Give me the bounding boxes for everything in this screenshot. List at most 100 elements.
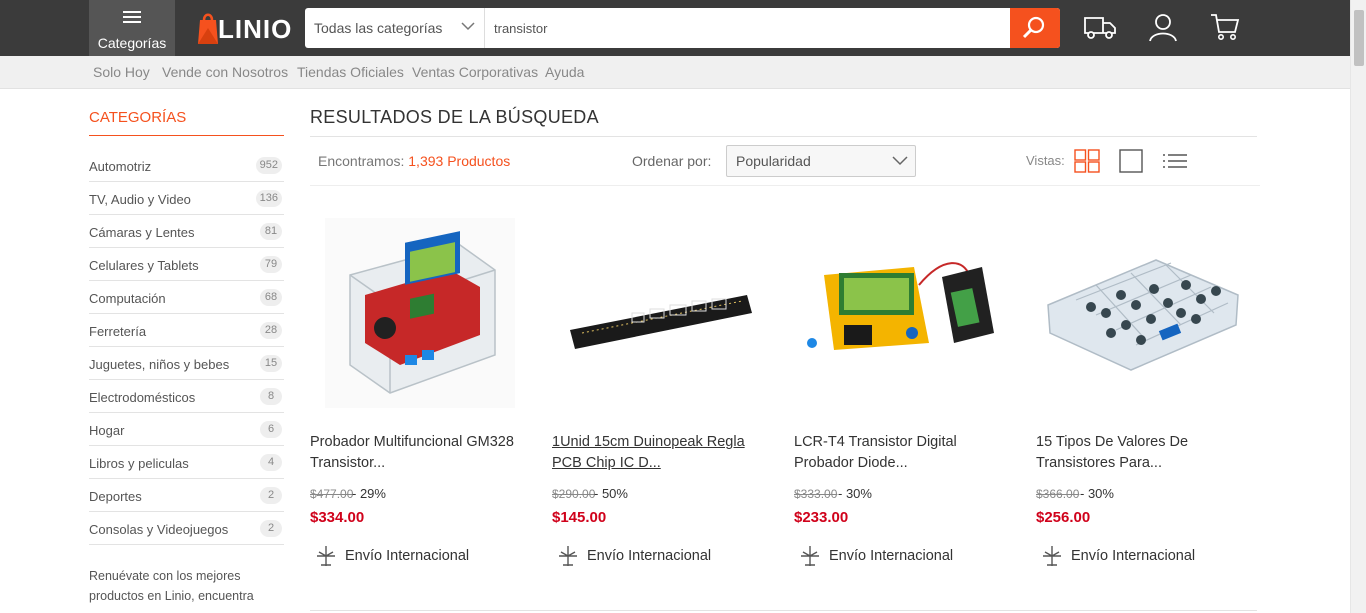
category-count-badge: 2 bbox=[260, 487, 282, 504]
product-old-price: $366.00 bbox=[1036, 487, 1080, 501]
chevron-down-icon bbox=[892, 156, 908, 166]
product-price: $145.00 bbox=[552, 509, 607, 526]
categories-menu-button[interactable]: Categorías bbox=[89, 0, 175, 56]
product-discount: - 30% bbox=[1080, 486, 1114, 501]
results-count: Encontramos: 1,393 Productos bbox=[318, 153, 510, 169]
category-item[interactable]: TV, Audio y Video 136 bbox=[89, 182, 284, 215]
shipping-label: Envío Internacional bbox=[587, 548, 712, 564]
category-count-badge: 4 bbox=[260, 454, 282, 471]
category-item[interactable]: Ferretería 28 bbox=[89, 314, 284, 347]
category-count-badge: 28 bbox=[260, 322, 282, 339]
category-list: Automotriz 952 TV, Audio y Video 136 Cámar… bbox=[89, 149, 284, 545]
category-count-badge: 15 bbox=[260, 355, 282, 372]
product-title[interactable]: 15 Tipos De Valores De Transistores Para… bbox=[1036, 432, 1258, 474]
category-label: Consolas y Videojuegos bbox=[89, 522, 229, 537]
category-item[interactable]: Automotriz 952 bbox=[89, 149, 284, 182]
shipping-label: Envío Internacional bbox=[345, 548, 470, 564]
category-item[interactable]: Deportes 2 bbox=[89, 479, 284, 512]
category-item[interactable]: Celulares y Tablets 79 bbox=[89, 248, 284, 281]
user-icon[interactable] bbox=[1148, 12, 1182, 44]
category-label: Cámaras y Lentes bbox=[89, 225, 195, 240]
results-toolbar: Encontramos: 1,393 Productos Ordenar por… bbox=[310, 137, 1260, 186]
nav-link-solo-hoy[interactable]: Solo Hoy bbox=[93, 64, 150, 80]
logo-text: LINIO bbox=[218, 14, 293, 44]
airplane-icon bbox=[801, 546, 819, 566]
category-label: Libros y peliculas bbox=[89, 456, 189, 471]
categories-menu-label: Categorías bbox=[97, 35, 167, 51]
category-count-badge: 952 bbox=[255, 157, 282, 174]
category-item[interactable]: Libros y peliculas 4 bbox=[89, 446, 284, 479]
category-count-badge: 68 bbox=[260, 289, 282, 306]
search-input[interactable] bbox=[486, 8, 1009, 48]
category-count-badge: 136 bbox=[255, 190, 282, 207]
linio-logo[interactable]: LINIO bbox=[196, 10, 293, 46]
category-label: Deportes bbox=[89, 489, 142, 504]
list-view-icon[interactable] bbox=[1162, 149, 1188, 173]
product-title[interactable]: LCR-T4 Transistor Digital Probador Diode… bbox=[794, 432, 1016, 474]
search-category-select[interactable]: Todas las categorías bbox=[305, 8, 485, 48]
category-item[interactable]: Computación 68 bbox=[89, 281, 284, 314]
nav-link-ventas[interactable]: Ventas Corporativas bbox=[412, 64, 538, 80]
product-image[interactable] bbox=[552, 215, 774, 411]
product-old-price: $290.00 bbox=[552, 487, 596, 501]
scrollbar-thumb[interactable] bbox=[1354, 10, 1364, 66]
product-old-price: $333.00 bbox=[794, 487, 838, 501]
product-image[interactable] bbox=[1036, 215, 1258, 411]
product-price: $233.00 bbox=[794, 509, 849, 526]
product-discount: - 30% bbox=[838, 486, 872, 501]
secondary-nav: Solo Hoy Vende con Nosotros Tiendas Ofic… bbox=[0, 56, 1350, 89]
category-item[interactable]: Hogar 6 bbox=[89, 413, 284, 446]
category-label: Computación bbox=[89, 291, 166, 306]
category-label: TV, Audio y Video bbox=[89, 192, 191, 207]
category-item[interactable]: Electrodomésticos 8 bbox=[89, 380, 284, 413]
airplane-icon bbox=[1043, 546, 1061, 566]
category-count-badge: 79 bbox=[260, 256, 282, 273]
grid-view-icon[interactable] bbox=[1074, 149, 1100, 173]
product-discount: - 50% bbox=[594, 486, 628, 501]
product-price: $334.00 bbox=[310, 509, 365, 526]
page-scrollbar[interactable] bbox=[1350, 0, 1366, 613]
shipping-label: Envío Internacional bbox=[1071, 548, 1196, 564]
category-count-badge: 8 bbox=[260, 388, 282, 405]
categories-heading: CATEGORÍAS bbox=[89, 109, 284, 136]
category-count-badge: 2 bbox=[260, 520, 282, 537]
product-title[interactable]: 1Unid 15cm Duinopeak Regla PCB Chip IC D… bbox=[552, 432, 774, 474]
logo-bag-icon bbox=[198, 13, 218, 44]
product-title[interactable]: Probador Multifuncional GM328 Transistor… bbox=[310, 432, 532, 474]
sort-select[interactable]: Popularidad bbox=[726, 145, 916, 177]
top-header: Categorías LINIO Todas las categorías bbox=[0, 0, 1350, 56]
product-image[interactable] bbox=[794, 215, 1016, 411]
shipping-truck-icon[interactable] bbox=[1083, 12, 1117, 44]
category-item[interactable]: Consolas y Videojuegos 2 bbox=[89, 512, 284, 545]
chevron-down-icon bbox=[461, 22, 475, 31]
sort-value: Popularidad bbox=[736, 153, 811, 169]
category-label: Automotriz bbox=[89, 159, 152, 174]
sort-label: Ordenar por: bbox=[632, 153, 712, 169]
product-discount: - 29% bbox=[352, 486, 386, 501]
category-label: Ferretería bbox=[89, 324, 147, 339]
shipping-label: Envío Internacional bbox=[829, 548, 954, 564]
category-item[interactable]: Juguetes, niños y bebes 15 bbox=[89, 347, 284, 380]
product-image[interactable] bbox=[310, 215, 532, 411]
results-count-value: 1,393 Productos bbox=[408, 153, 511, 169]
category-count-badge: 81 bbox=[260, 223, 282, 240]
category-item[interactable]: Cámaras y Lentes 81 bbox=[89, 215, 284, 248]
single-view-icon[interactable] bbox=[1119, 149, 1145, 173]
category-count-badge: 6 bbox=[260, 421, 282, 438]
results-count-label: Encontramos: bbox=[318, 153, 405, 169]
search-icon bbox=[1022, 16, 1045, 39]
search-button[interactable] bbox=[1010, 8, 1060, 48]
results-heading: RESULTADOS DE LA BÚSQUEDA bbox=[310, 107, 1257, 137]
nav-link-vende[interactable]: Vende con Nosotros bbox=[162, 64, 288, 80]
product-old-price: $477.00 bbox=[310, 487, 354, 501]
airplane-icon bbox=[559, 546, 577, 566]
sidebar-promo-text: Renuévate con los mejores productos en L… bbox=[89, 569, 254, 603]
category-label: Celulares y Tablets bbox=[89, 258, 199, 273]
cart-icon[interactable] bbox=[1209, 12, 1243, 44]
nav-link-ayuda[interactable]: Ayuda bbox=[545, 64, 584, 80]
search-bar: Todas las categorías bbox=[305, 8, 1060, 48]
nav-link-tiendas[interactable]: Tiendas Oficiales bbox=[297, 64, 404, 80]
hamburger-icon bbox=[123, 11, 141, 23]
product-price: $256.00 bbox=[1036, 509, 1091, 526]
airplane-icon bbox=[317, 546, 335, 566]
